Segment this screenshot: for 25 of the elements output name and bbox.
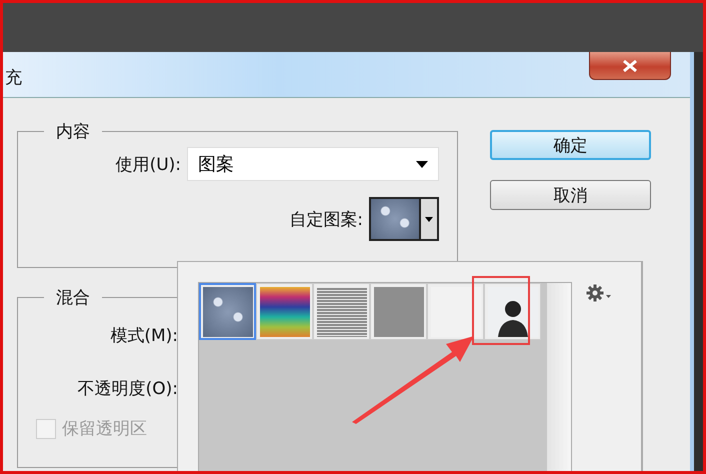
group-legend: 混合 <box>44 286 102 309</box>
pattern-swatch[interactable] <box>427 283 484 340</box>
window-title: 充 <box>5 67 22 89</box>
dialog-button[interactable]: 取消 <box>490 180 651 210</box>
pattern-swatch[interactable] <box>256 283 313 340</box>
caret-icon <box>416 160 428 168</box>
field-label: 自定图案: <box>288 208 364 230</box>
settings-icon[interactable] <box>586 284 612 302</box>
caret-icon <box>425 216 433 222</box>
scrollbar[interactable] <box>547 283 571 471</box>
pattern-swatch[interactable] <box>313 283 370 340</box>
field-label: 不透明度(O): <box>76 378 179 400</box>
pattern-swatch[interactable] <box>370 283 427 340</box>
close-icon <box>621 58 639 72</box>
highlight-frame <box>472 276 530 345</box>
use-dropdown[interactable]: 图案 <box>187 147 439 181</box>
close-button[interactable] <box>589 52 671 80</box>
checkbox-label: 保留透明区 <box>62 418 147 440</box>
field-label: 模式(M): <box>109 325 179 347</box>
dialog-button[interactable]: 确定 <box>490 130 651 160</box>
pattern-dropdown[interactable] <box>369 197 439 241</box>
pattern-swatch[interactable] <box>484 283 541 340</box>
group-legend: 内容 <box>44 120 102 143</box>
field-label: 使用(U): <box>114 154 182 176</box>
pattern-swatch[interactable] <box>199 283 256 340</box>
